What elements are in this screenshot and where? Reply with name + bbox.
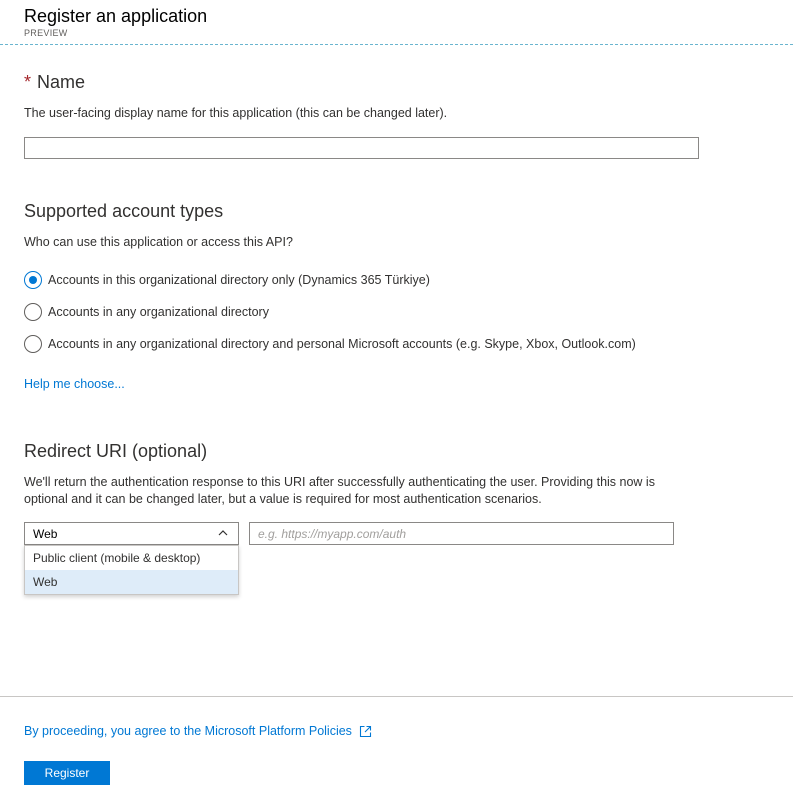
dropdown-option-web[interactable]: Web bbox=[25, 570, 238, 594]
name-description: The user-facing display name for this ap… bbox=[24, 106, 448, 120]
redirect-uri-input[interactable] bbox=[249, 522, 674, 545]
redirect-description-line2: optional and it can be changed later, bu… bbox=[24, 492, 542, 506]
platform-type-select[interactable]: Web bbox=[24, 522, 239, 545]
external-link-icon bbox=[359, 725, 371, 737]
name-section-title: * Name bbox=[24, 72, 85, 93]
account-types-title: Supported account types bbox=[24, 201, 224, 221]
radio-button-checked[interactable] bbox=[24, 271, 42, 289]
account-type-option-multi-tenant[interactable]: Accounts in any organizational directory bbox=[24, 302, 269, 322]
radio-button[interactable] bbox=[24, 335, 42, 353]
name-title-text: Name bbox=[37, 72, 86, 92]
dropdown-option-public-client[interactable]: Public client (mobile & desktop) bbox=[25, 546, 238, 570]
account-type-option-single-tenant[interactable]: Accounts in this organizational director… bbox=[24, 270, 430, 290]
platform-policies-text: By proceeding, you agree to the Microsof… bbox=[24, 724, 352, 738]
account-types-description: Who can use this application or access t… bbox=[24, 235, 293, 249]
footer-divider bbox=[0, 696, 793, 697]
blade-header: Register an application PREVIEW bbox=[0, 0, 793, 45]
platform-type-dropdown: Public client (mobile & desktop) Web bbox=[24, 545, 239, 595]
radio-label: Accounts in any organizational directory… bbox=[48, 337, 636, 351]
radio-button[interactable] bbox=[24, 303, 42, 321]
required-marker: * bbox=[24, 72, 32, 92]
account-type-option-multi-tenant-personal[interactable]: Accounts in any organizational directory… bbox=[24, 334, 636, 354]
radio-label: Accounts in this organizational director… bbox=[48, 273, 430, 287]
redirect-description-line1: We'll return the authentication response… bbox=[24, 475, 655, 489]
redirect-uri-title: Redirect URI (optional) bbox=[24, 441, 208, 461]
help-me-choose-link[interactable]: Help me choose... bbox=[24, 377, 125, 391]
platform-type-value: Web bbox=[33, 526, 58, 541]
page-title: Register an application bbox=[24, 6, 208, 26]
platform-policies-link[interactable]: By proceeding, you agree to the Microsof… bbox=[24, 724, 372, 738]
name-input[interactable] bbox=[24, 137, 699, 159]
preview-badge: PREVIEW bbox=[24, 28, 68, 38]
chevron-up-icon bbox=[218, 530, 228, 536]
radio-label: Accounts in any organizational directory bbox=[48, 305, 269, 319]
register-button[interactable]: Register bbox=[24, 761, 110, 785]
